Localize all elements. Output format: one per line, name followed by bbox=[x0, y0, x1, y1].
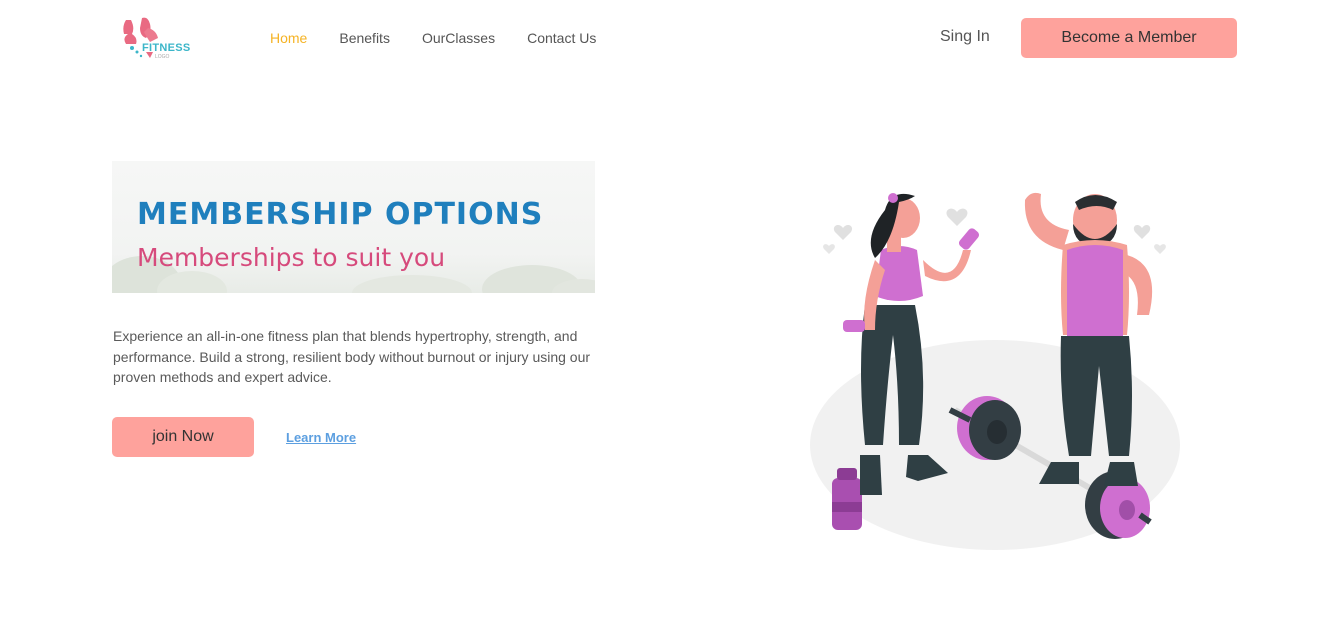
learn-more-link[interactable]: Learn More bbox=[286, 430, 356, 445]
logo[interactable]: FITNESS LOGO bbox=[118, 14, 208, 64]
join-now-button[interactable]: join Now bbox=[112, 417, 254, 457]
membership-banner: MEMBERSHIP OPTIONS Memberships to suit y… bbox=[112, 161, 595, 293]
nav-link-ourclasses[interactable]: OurClasses bbox=[422, 30, 495, 46]
hero-description: Experience an all-in-one fitness plan th… bbox=[113, 328, 591, 385]
become-member-button[interactable]: Become a Member bbox=[1021, 18, 1237, 58]
sign-in-link[interactable]: Sing In bbox=[940, 28, 990, 46]
nav-link-benefits[interactable]: Benefits bbox=[339, 30, 390, 46]
logo-subtext: LOGO bbox=[155, 54, 170, 60]
banner-title: MEMBERSHIP OPTIONS bbox=[137, 197, 544, 232]
banner-subtitle: Memberships to suit you bbox=[137, 243, 446, 272]
nav-link-contact-us[interactable]: Contact Us bbox=[527, 30, 596, 46]
nav-link-home[interactable]: Home bbox=[270, 30, 307, 46]
nav-links: Home Benefits OurClasses Contact Us bbox=[270, 30, 628, 46]
fitness-couple-illustration bbox=[810, 192, 1180, 550]
navbar: FITNESS LOGO Home Benefits OurClasses Co… bbox=[0, 0, 1338, 76]
logo-text: FITNESS bbox=[142, 42, 191, 54]
